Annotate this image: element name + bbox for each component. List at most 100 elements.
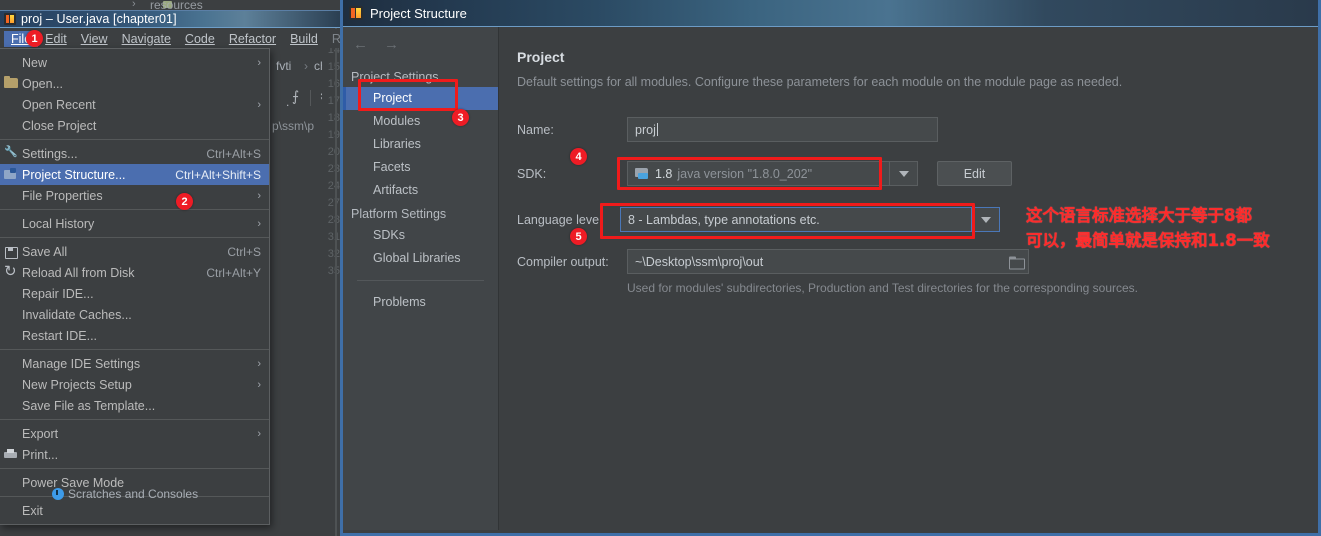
toolbar-divider: [310, 90, 311, 106]
compiler-output-label: Compiler output:: [517, 254, 609, 269]
sidebar-item-artifacts[interactable]: Artifacts: [343, 179, 498, 202]
submenu-chevron-icon: ›: [257, 56, 261, 69]
sidebar-item-facets[interactable]: Facets: [343, 156, 498, 179]
collapse-all-icon[interactable]: ⨍: [292, 88, 299, 105]
sidebar-separator: [357, 280, 484, 281]
menu-item-save-file-as-template[interactable]: Save File as Template...: [0, 395, 269, 416]
menubar-item-edit[interactable]: Edit: [38, 31, 74, 47]
sdk-edit-button[interactable]: Edit: [937, 161, 1012, 186]
menu-item-save-all[interactable]: Save All Ctrl+S: [0, 241, 269, 262]
submenu-chevron-icon: ›: [257, 98, 261, 111]
project-structure-icon: [4, 167, 18, 182]
menu-item-manage-ide-settings[interactable]: Manage IDE Settings ›: [0, 353, 269, 374]
line-number: 35: [327, 265, 340, 277]
save-icon: [4, 245, 18, 259]
menu-item-project-structure[interactable]: Project Structure... Ctrl+Alt+Shift+S: [0, 164, 269, 185]
menu-item-open[interactable]: Open...: [0, 73, 269, 94]
menu-item-exit[interactable]: Exit: [0, 500, 269, 521]
annotation-badge-1: 1: [26, 30, 43, 47]
annotation-note-line-2: 可以，最简单就是保持和1.8一致: [1026, 231, 1270, 250]
annotation-note-line-1: 这个语言标准选择大于等于8都: [1026, 206, 1252, 225]
menu-item-new[interactable]: New ›: [0, 52, 269, 73]
submenu-chevron-icon: ›: [257, 217, 261, 230]
sidebar-item-sdks[interactable]: SDKs: [343, 224, 498, 247]
toolbar-dot-icon: .: [286, 95, 290, 109]
browse-folder-icon[interactable]: [1009, 256, 1025, 269]
menu-item-file-properties[interactable]: File Properties ›: [0, 185, 269, 206]
sidebar-item-project[interactable]: Project: [343, 87, 498, 110]
breadcrumb-chevron-icon: ›: [304, 59, 308, 73]
sidebar-item-problems[interactable]: Problems: [343, 291, 498, 314]
menu-separator: [0, 349, 269, 350]
dialog-title: Project Structure: [370, 5, 467, 21]
annotation-badge-2: 2: [176, 193, 193, 210]
menubar-item-build[interactable]: Build: [283, 31, 325, 47]
sdk-dropdown-arrow-icon[interactable]: [890, 161, 918, 186]
language-level-combobox[interactable]: 8 - Lambdas, type annotations etc.: [620, 207, 972, 232]
menu-item-open-recent[interactable]: Open Recent ›: [0, 94, 269, 115]
submenu-chevron-icon: ›: [257, 189, 261, 202]
menu-item-restart-ide[interactable]: Restart IDE...: [0, 325, 269, 346]
annotation-badge-3: 3: [452, 109, 469, 126]
menu-item-settings[interactable]: Settings... Ctrl+Alt+S: [0, 143, 269, 164]
compiler-output-value: ~\Desktop\ssm\proj\out: [635, 254, 764, 269]
menu-item-local-history[interactable]: Local History ›: [0, 213, 269, 234]
menubar-item-code[interactable]: Code: [178, 31, 222, 47]
sdk-label: SDK:: [517, 166, 547, 181]
menu-item-save-all-label: Save All: [22, 244, 68, 259]
line-number: 24: [327, 180, 340, 192]
menu-item-project-structure-label: Project Structure...: [22, 167, 126, 182]
line-number: 19: [327, 129, 340, 141]
menu-item-export[interactable]: Export ›: [0, 423, 269, 444]
menu-item-repair-ide[interactable]: Repair IDE...: [0, 283, 269, 304]
menu-separator: [0, 419, 269, 420]
menubar-item-edit-label: Edit: [45, 31, 67, 46]
name-label: Name:: [517, 122, 554, 137]
line-number: 15: [327, 61, 340, 73]
folder-icon: [4, 75, 18, 88]
sidebar-list: Project Settings Project Modules Librari…: [343, 65, 498, 314]
annotation-badge-5: 5: [570, 228, 587, 245]
compiler-output-hint: Used for modules' subdirectories, Produc…: [627, 281, 1138, 295]
editor-path-fragment: p\ssm\p: [272, 119, 315, 133]
menubar-item-view[interactable]: View: [74, 31, 115, 47]
forward-arrow-icon[interactable]: →: [384, 37, 399, 52]
file-dropdown-menu: New › Open... Open Recent › Close Projec…: [0, 48, 270, 525]
compiler-output-input[interactable]: ~\Desktop\ssm\proj\out: [627, 249, 1029, 274]
menu-item-invalidate-caches[interactable]: Invalidate Caches...: [0, 304, 269, 325]
language-level-value: 8 - Lambdas, type annotations etc.: [628, 212, 820, 227]
sidebar-item-libraries[interactable]: Libraries: [343, 133, 498, 156]
menubar-item-refactor-label: Refactor: [228, 31, 277, 46]
menubar-item-navigate-label: Navigate: [121, 31, 171, 46]
language-level-label: Language leve: [517, 212, 600, 227]
page-title: Project: [517, 49, 565, 65]
menu-item-restart-ide-label: Restart IDE...: [22, 328, 98, 343]
menu-item-open-recent-label: Open Recent: [22, 97, 96, 112]
menu-item-new-projects-setup[interactable]: New Projects Setup ›: [0, 374, 269, 395]
dialog-sidebar: ← → Project Settings Project Modules Lib…: [343, 27, 499, 530]
sidebar-item-global-libraries[interactable]: Global Libraries: [343, 247, 498, 270]
ide-window-title: proj – User.java [chapter01]: [21, 12, 177, 26]
menu-item-reload-all-from-disk-shortcut: Ctrl+Alt+Y: [206, 265, 261, 280]
menubar-item-refactor[interactable]: Refactor: [222, 31, 283, 47]
line-number: 20: [327, 146, 340, 158]
language-level-row: Language leve 8 - Lambdas, type annotati…: [517, 207, 1000, 232]
scratches-icon: [52, 488, 64, 500]
back-arrow-icon[interactable]: ←: [353, 37, 368, 52]
menu-item-close-project[interactable]: Close Project: [0, 115, 269, 136]
menu-item-manage-ide-settings-label: Manage IDE Settings: [22, 356, 141, 371]
menubar-item-navigate[interactable]: Navigate: [115, 31, 178, 47]
language-level-dropdown-arrow-icon[interactable]: [972, 207, 1000, 232]
menu-item-reload-all-from-disk[interactable]: Reload All from Disk Ctrl+Alt+Y: [0, 262, 269, 283]
sdk-version: 1.8: [655, 166, 673, 181]
tree-item-scratches-and-consoles[interactable]: Scratches and Consoles: [68, 487, 198, 501]
project-structure-dialog: Project Structure ← → Project Settings P…: [340, 0, 1321, 536]
name-input[interactable]: proj: [627, 117, 938, 142]
sidebar-item-modules[interactable]: Modules: [343, 110, 498, 133]
menu-item-print[interactable]: Print...: [0, 444, 269, 465]
menu-item-repair-ide-label: Repair IDE...: [22, 286, 94, 301]
menu-item-new-projects-setup-label: New Projects Setup: [22, 377, 132, 392]
sidebar-group-project-settings: Project Settings: [351, 70, 439, 84]
line-number: 27: [327, 197, 340, 209]
sdk-combobox[interactable]: 1.8 java version "1.8.0_202": [627, 161, 890, 186]
